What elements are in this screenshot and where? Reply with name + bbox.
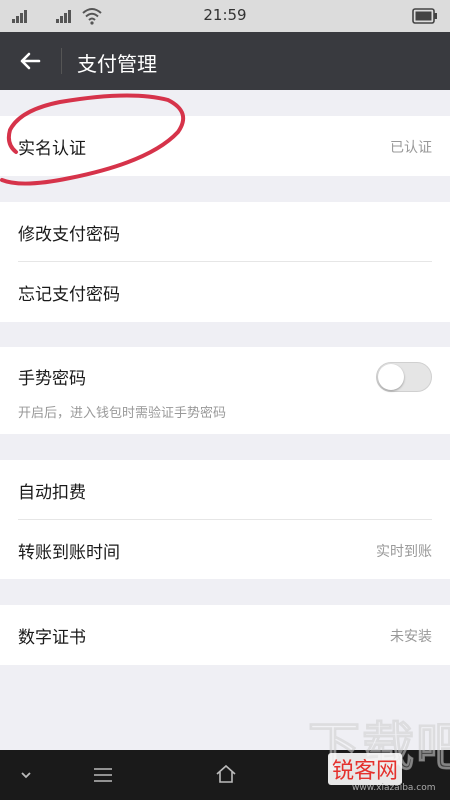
toggle-knob — [378, 364, 404, 390]
digital-certificate-row[interactable]: 数字证书 未安装 — [0, 605, 450, 665]
home-icon[interactable] — [214, 762, 238, 786]
status-time: 21:59 — [203, 6, 247, 24]
forgot-pay-password-label: 忘记支付密码 — [18, 285, 120, 305]
gesture-password-row: 手势密码 开启后，进入钱包时需验证手势密码 — [0, 347, 450, 434]
real-name-label: 实名认证 — [18, 139, 86, 159]
status-bar: 21:59 — [0, 0, 450, 32]
gesture-password-description: 开启后，进入钱包时需验证手势密码 — [18, 406, 227, 421]
toolbar-divider — [61, 48, 62, 74]
transfer-time-label: 转账到账时间 — [18, 543, 120, 563]
page-title: 支付管理 — [77, 52, 157, 76]
back-arrow-icon[interactable] — [18, 49, 42, 73]
system-nav-bar — [0, 750, 450, 800]
auto-deduction-label: 自动扣费 — [18, 483, 86, 503]
forgot-pay-password-row[interactable]: 忘记支付密码 — [0, 262, 450, 322]
real-name-group: 实名认证 已认证 — [0, 116, 450, 176]
transfer-time-row[interactable]: 转账到账时间 实时到账 — [0, 520, 450, 580]
change-pay-password-row[interactable]: 修改支付密码 — [0, 202, 450, 262]
password-group: 修改支付密码 忘记支付密码 — [0, 202, 450, 322]
chevron-down-icon[interactable] — [18, 767, 34, 783]
change-pay-password-label: 修改支付密码 — [18, 225, 120, 245]
gesture-group: 手势密码 开启后，进入钱包时需验证手势密码 — [0, 347, 450, 434]
toolbar: 支付管理 — [0, 32, 450, 90]
menu-icon[interactable] — [92, 766, 114, 784]
transfer-time-value: 实时到账 — [376, 544, 432, 560]
digital-certificate-label: 数字证书 — [18, 628, 86, 648]
certificate-status: 未安装 — [390, 629, 432, 645]
payment-options-group: 自动扣费 转账到账时间 实时到账 — [0, 460, 450, 579]
verification-status: 已认证 — [390, 140, 432, 156]
real-name-verification-row[interactable]: 实名认证 已认证 — [0, 116, 450, 176]
certificate-group: 数字证书 未安装 — [0, 605, 450, 665]
battery-icon — [412, 8, 437, 24]
gesture-password-toggle[interactable] — [376, 362, 432, 392]
gesture-password-label: 手势密码 — [18, 369, 86, 389]
auto-deduction-row[interactable]: 自动扣费 — [0, 460, 450, 520]
